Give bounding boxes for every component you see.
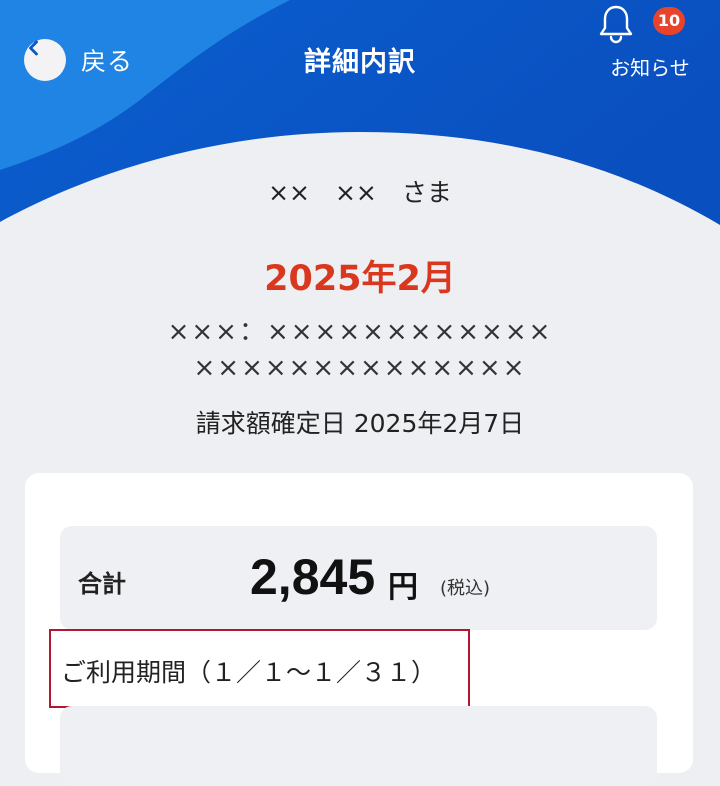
notification-button[interactable]: 10 お知らせ [598,4,702,84]
billing-month: 2025年2月 [264,259,456,299]
customer-name: ×× ×× さま [268,178,452,207]
usage-period: ご利用期間（１／１～１／３１） [61,658,437,687]
total-label: 合計 [78,570,126,598]
currency-unit: 円 [388,570,418,605]
bell-icon [599,5,633,44]
account-line-2: ×××××××××××××× [193,353,527,383]
tax-note: (税込) [440,578,491,599]
notification-label: お知らせ [610,56,690,80]
total-box: 合計 2,845 円 (税込) [60,526,657,630]
account-info: ×××：×××××××××××× ×××××××××××××× [60,314,660,386]
total-amount: 2,845 [250,549,376,605]
account-line-1: ×××：×××××××××××× [167,317,553,347]
detail-card: 合計 2,845 円 (税込) ご利用期間（１／１～１／３１） [25,473,693,786]
notification-count-badge: 10 [653,7,685,35]
next-section-box [60,706,657,786]
confirmed-date: 請求額確定日 2025年2月7日 [195,409,525,438]
